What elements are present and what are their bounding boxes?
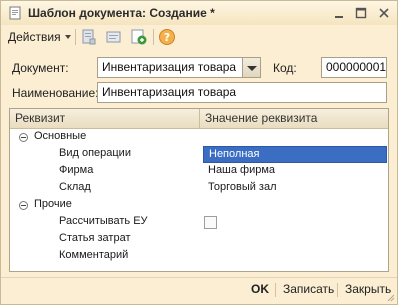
ok-button[interactable]: OK (251, 282, 269, 296)
table-row[interactable]: Фирма Наша фирма (10, 163, 388, 180)
group-label: Основные (34, 130, 87, 142)
collapse-icon[interactable] (19, 133, 28, 142)
property-name: Статья затрат (59, 232, 131, 244)
chevron-down-icon (64, 35, 71, 39)
property-value[interactable]: Наша фирма (208, 164, 275, 176)
save-button[interactable]: Записать (283, 282, 334, 296)
name-label: Наименование: (12, 86, 99, 100)
maximize-button[interactable] (352, 4, 370, 22)
document-window-icon (8, 6, 22, 20)
help-icon[interactable]: ? (158, 28, 176, 46)
title-bar[interactable]: Шаблон документа: Создание * (1, 1, 397, 25)
table-row[interactable]: Вид операции Неполная (10, 146, 388, 163)
table-row[interactable]: Статья затрат (10, 231, 388, 248)
column-header-value[interactable]: Значение реквизита (200, 109, 317, 128)
window-title: Шаблон документа: Создание * (28, 6, 215, 20)
minimize-button[interactable] (330, 4, 348, 22)
document-field[interactable]: Инвентаризация товара (97, 57, 243, 78)
table-row[interactable]: Рассчитывать ЕУ (10, 214, 388, 231)
group-label: Прочие (34, 198, 72, 210)
toolbar-divider (153, 29, 154, 45)
table-row[interactable]: Комментарий (10, 248, 388, 265)
refresh-icon[interactable] (130, 28, 148, 46)
calc-eu-checkbox[interactable] (204, 216, 217, 229)
properties-table[interactable]: Реквизит Значение реквизита Основные Вид… (9, 108, 389, 272)
property-name: Фирма (59, 164, 94, 176)
selected-value-cell[interactable]: Неполная (203, 146, 387, 163)
minimize-icon (335, 16, 343, 18)
document-label: Документ: (12, 61, 69, 75)
group-row-other[interactable]: Прочие (10, 197, 388, 214)
property-value[interactable]: Торговый зал (208, 181, 277, 193)
close-icon (379, 8, 389, 18)
copy-doc-icon[interactable] (105, 28, 123, 46)
toolbar-divider (75, 29, 76, 45)
chevron-down-icon (247, 66, 257, 71)
table-row[interactable]: Склад Торговый зал (10, 180, 388, 197)
name-field[interactable]: Инвентаризация товара (97, 82, 387, 103)
document-dropdown-button[interactable] (243, 57, 261, 78)
footer-divider (1, 277, 397, 278)
actions-label: Действия (8, 30, 61, 44)
property-name: Рассчитывать ЕУ (59, 215, 148, 227)
table-header: Реквизит Значение реквизита (10, 109, 388, 129)
property-name: Вид операции (59, 147, 131, 159)
code-field[interactable]: 000000001 (321, 57, 387, 78)
svg-text:?: ? (164, 31, 170, 44)
footer-button-divider (337, 283, 338, 297)
column-header-property[interactable]: Реквизит (10, 109, 65, 128)
save-doc-icon[interactable] (80, 28, 98, 46)
group-row-main[interactable]: Основные (10, 129, 388, 146)
code-label: Код: (273, 61, 297, 75)
resize-grip-icon[interactable] (385, 292, 395, 302)
property-value: Неполная (209, 148, 260, 160)
maximize-icon (355, 7, 367, 19)
property-name: Комментарий (59, 249, 129, 261)
property-name: Склад (59, 181, 91, 193)
collapse-icon[interactable] (19, 201, 28, 210)
dialog-window: Шаблон документа: Создание * Действия ? … (0, 0, 398, 305)
close-window-button[interactable] (375, 4, 393, 22)
footer-button-divider (275, 283, 276, 297)
toolbar: Действия ? (1, 25, 397, 49)
actions-menu-button[interactable]: Действия (5, 27, 74, 47)
